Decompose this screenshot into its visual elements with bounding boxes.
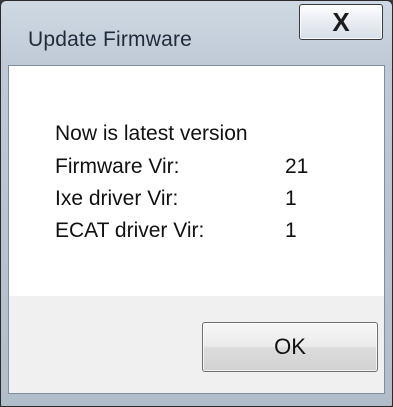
update-firmware-dialog: Update Firmware X Now is latest version … — [0, 0, 393, 407]
title-bar: Update Firmware X — [1, 1, 392, 65]
dialog-content: Now is latest version Firmware Vir: 21 I… — [8, 65, 385, 394]
firmware-version-value: 21 — [285, 155, 309, 178]
button-strip: OK — [9, 296, 384, 393]
ixe-driver-version-value: 1 — [285, 187, 297, 210]
close-button[interactable]: X — [299, 4, 383, 40]
ecat-driver-version-value: 1 — [285, 219, 297, 242]
ecat-driver-version-label: ECAT driver Vir: — [55, 219, 205, 242]
window-title: Update Firmware — [28, 28, 193, 51]
message-area: Now is latest version Firmware Vir: 21 I… — [9, 66, 384, 296]
ixe-driver-version-label: Ixe driver Vir: — [55, 187, 179, 210]
firmware-version-label: Firmware Vir: — [55, 155, 180, 178]
ok-button[interactable]: OK — [202, 322, 378, 372]
status-message: Now is latest version — [55, 122, 248, 145]
close-icon: X — [332, 6, 350, 37]
